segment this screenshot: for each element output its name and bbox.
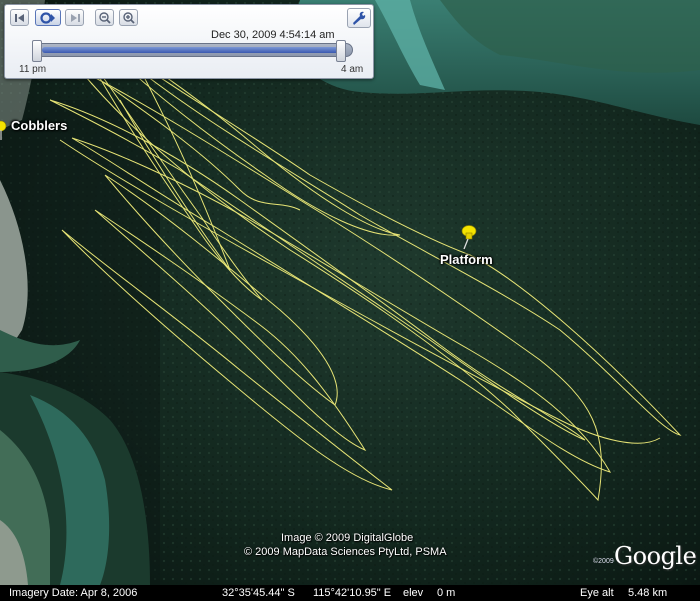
- zoom-out-icon: [99, 12, 111, 24]
- placemark-label-cobblers[interactable]: Cobblers: [11, 118, 67, 133]
- map-view[interactable]: Cobblers Platform Dec 30, 2009 4:54:14 a…: [0, 0, 700, 601]
- loop-button[interactable]: [35, 9, 61, 26]
- gps-tracks[interactable]: [0, 0, 700, 601]
- elevation-label: elev: [403, 587, 424, 599]
- track-line[interactable]: [104, 174, 338, 406]
- eye-altitude-value: 5.48 km: [628, 587, 668, 599]
- zoom-out-button[interactable]: [95, 9, 114, 26]
- latitude-readout: 32°35'45.44" S: [222, 587, 295, 599]
- time-slider-end-handle[interactable]: [336, 40, 346, 62]
- rewind-icon: [15, 14, 24, 22]
- placemark-label-platform[interactable]: Platform: [440, 252, 493, 267]
- forward-button[interactable]: [65, 9, 84, 26]
- current-time-label: Dec 30, 2009 4:54:14 am: [211, 29, 335, 41]
- elevation-value: 0 m: [437, 587, 456, 599]
- time-slider-track[interactable]: [35, 43, 353, 57]
- time-slider-range: [42, 47, 346, 53]
- longitude-readout: 115°42'10.95" E: [313, 587, 392, 599]
- eye-altitude-label: Eye alt: [580, 587, 614, 599]
- imagery-credit: Image © 2009 DigitalGlobe: [281, 532, 414, 544]
- time-slider-panel: Dec 30, 2009 4:54:14 am 11 pm 4 am: [4, 4, 374, 79]
- track-line[interactable]: [99, 79, 301, 211]
- time-slider-start-handle[interactable]: [32, 40, 42, 62]
- track-line[interactable]: [59, 139, 661, 444]
- logo-year: ©2009: [593, 558, 614, 565]
- slider-start-label: 11 pm: [19, 64, 47, 75]
- track-line[interactable]: [61, 229, 393, 491]
- zoom-in-icon: [123, 12, 135, 24]
- pushpin-icon[interactable]: [0, 120, 10, 142]
- status-bar: Imagery Date: Apr 8, 2006 32°35'45.44" S…: [0, 585, 700, 601]
- wrench-icon: [353, 11, 366, 25]
- imagery-date: Imagery Date: Apr 8, 2006: [9, 587, 138, 599]
- loop-icon: [40, 12, 55, 24]
- track-line[interactable]: [94, 209, 367, 452]
- rewind-button[interactable]: [10, 9, 29, 26]
- forward-icon: [71, 14, 80, 22]
- mapdata-credit: © 2009 MapData Sciences PtyLtd, PSMA: [244, 546, 447, 558]
- track-line[interactable]: [71, 137, 612, 473]
- google-logo: Google: [614, 542, 697, 570]
- slider-end-label: 4 am: [341, 64, 364, 75]
- track-line[interactable]: [49, 99, 586, 441]
- pushpin-icon[interactable]: [456, 222, 482, 250]
- zoom-in-button[interactable]: [119, 9, 138, 26]
- settings-button[interactable]: [347, 8, 371, 28]
